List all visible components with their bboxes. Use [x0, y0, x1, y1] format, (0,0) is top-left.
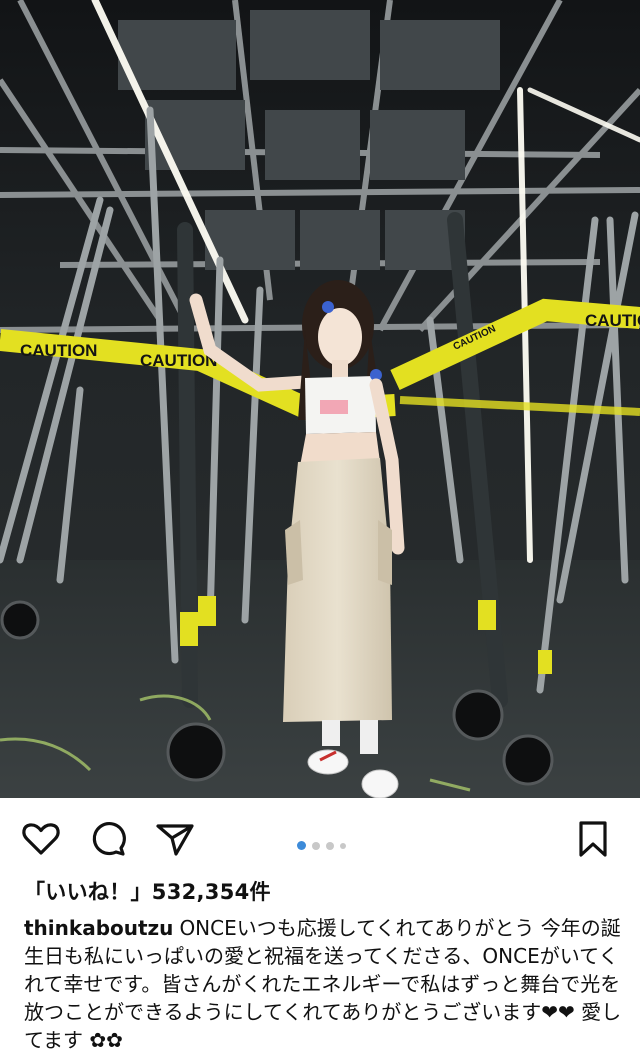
heart-icon: [22, 823, 60, 855]
share-button[interactable]: [154, 818, 196, 860]
carousel-dot: [340, 842, 346, 849]
carousel-dot: [297, 841, 306, 850]
caption-username[interactable]: thinkaboutzu: [24, 916, 173, 940]
send-icon: [156, 824, 194, 856]
post-action-bar: [0, 806, 640, 868]
post-caption: thinkaboutzu ONCEいつも応援してくれてありがとう 今年の誕生日も私…: [24, 914, 624, 1054]
save-button[interactable]: [572, 818, 614, 860]
like-button[interactable]: [20, 818, 62, 860]
bookmark-icon: [579, 821, 607, 857]
carousel-indicator: [297, 835, 352, 850]
post-image: CAUTION CAUTION CAUTION CAUTION: [0, 0, 640, 798]
carousel-dot: [312, 841, 320, 850]
comment-icon: [92, 821, 126, 856]
likes-count[interactable]: 「いいね！」532,354件: [24, 876, 271, 906]
carousel-dot: [326, 841, 334, 850]
comment-button[interactable]: [88, 818, 130, 860]
tape-text: CAUTION: [20, 341, 97, 360]
post-photo[interactable]: CAUTION CAUTION CAUTION CAUTION: [0, 0, 640, 798]
tape-text: CAUTION: [585, 311, 640, 330]
